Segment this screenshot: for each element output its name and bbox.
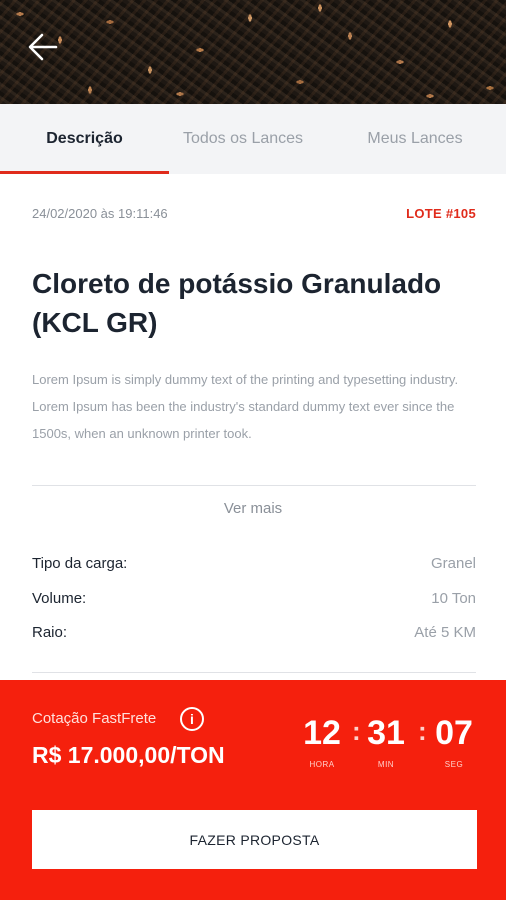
detail-label: Volume: [32,590,87,607]
lot-datetime: 24/02/2020 às 19:11:46 [32,206,168,221]
quote-label: Cotação FastFrete [32,710,157,727]
make-proposal-button[interactable]: FAZER PROPOSTA [32,810,477,869]
timer-hours: 12 [303,714,341,752]
tab-meus-lances[interactable]: Meus Lances [330,104,500,174]
detail-label: Tipo da carga: [32,555,128,572]
lot-number: LOTE #105 [406,206,476,221]
timer-minutes-label: MIN [377,760,395,769]
lot-description: Lorem Ipsum is simply dummy text of the … [32,372,459,441]
divider [32,672,476,673]
header-image [0,0,506,104]
detail-value: 10 Ton [431,590,476,607]
detail-row-volume: Volume: 10 Ton [32,590,476,612]
detail-row-raio: Raio: Até 5 KM [32,624,476,646]
timer-seconds-label: SEG [444,760,464,769]
detail-row-tipo-carga: Tipo da carga: Granel [32,555,476,577]
quote-price: R$ 17.000,00/TON [32,742,225,768]
back-button[interactable] [26,30,60,64]
tab-bar: Descrição Todos os Lances Meus Lances [0,104,506,174]
tab-todos-os-lances[interactable]: Todos os Lances [169,104,317,174]
see-more-link[interactable]: Ver mais [0,500,506,517]
timer-minutes: 31 [367,714,405,752]
detail-value: Até 5 KM [414,624,476,641]
timer-seconds: 07 [435,714,473,752]
divider [32,485,476,486]
detail-label: Raio: [32,624,68,641]
detail-value: Granel [430,555,476,572]
quote-footer: Cotação FastFrete i R$ 17.000,00/TON 12 … [0,680,506,900]
timer-hours-label: HORA [309,760,335,769]
info-icon[interactable]: i [180,707,204,731]
lot-title: Cloreto de potássio Granulado (KCL GR) [32,268,442,338]
active-tab-indicator [0,171,169,174]
tab-descricao[interactable]: Descrição [0,104,169,174]
arrow-left-icon [28,33,58,61]
header-image-texture [0,0,506,104]
